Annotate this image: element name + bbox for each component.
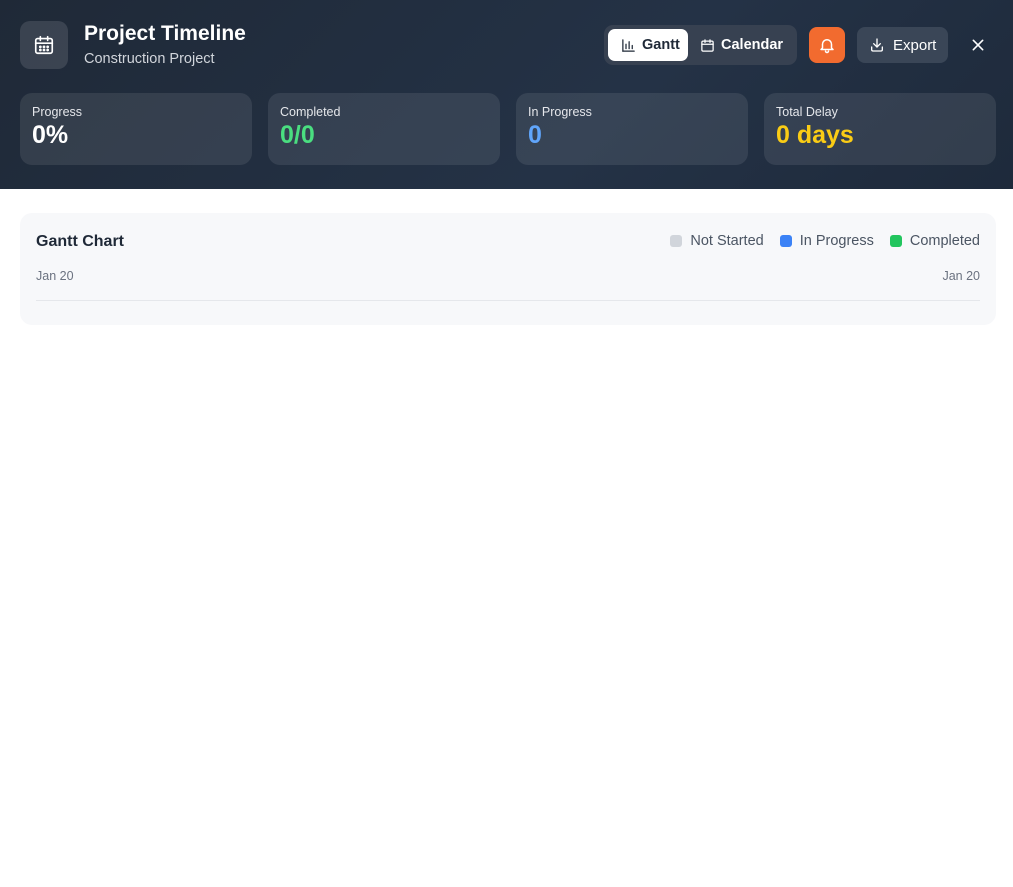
- stat-value: 0: [528, 121, 542, 149]
- gantt-legend: Not Started In Progress Completed: [670, 233, 980, 249]
- close-icon: [972, 39, 984, 51]
- stat-value: 0/0: [280, 121, 315, 149]
- stat-card-progress: Progress 0%: [20, 93, 252, 165]
- gantt-title: Gantt Chart: [36, 233, 124, 250]
- legend-label: In Progress: [799, 233, 874, 249]
- stat-label: Total Delay: [776, 105, 838, 119]
- stat-value: 0%: [32, 121, 69, 149]
- calendar-view-label: Calendar: [721, 37, 784, 53]
- page-title: Project Timeline: [84, 22, 246, 45]
- stat-value: 0 days: [776, 121, 854, 149]
- export-label: Export: [893, 36, 937, 54]
- notifications-button[interactable]: [809, 27, 845, 63]
- stat-label: In Progress: [528, 105, 592, 119]
- legend-item-not-started: Not Started: [670, 233, 764, 249]
- view-toggle: Gantt Calendar: [604, 25, 797, 65]
- stat-label: Progress: [32, 105, 83, 119]
- legend-label: Not Started: [690, 233, 764, 249]
- legend-item-in-progress: In Progress: [779, 233, 874, 249]
- calendar-view-button[interactable]: Calendar: [688, 29, 783, 61]
- timeline-divider: [36, 300, 980, 301]
- gantt-panel: Gantt Chart Not Started In Progress Comp…: [20, 213, 996, 325]
- stat-card-completed: Completed 0/0: [268, 93, 500, 165]
- calendar-icon: [701, 38, 714, 52]
- timeline-start-date: Jan 20: [36, 269, 74, 283]
- stat-card-total-delay: Total Delay 0 days: [764, 93, 996, 165]
- bell-icon: [820, 39, 834, 54]
- gantt-view-button[interactable]: Gantt: [608, 29, 688, 61]
- stat-label: Completed: [280, 105, 341, 119]
- gantt-view-label: Gantt: [642, 37, 680, 53]
- legend-swatch: [779, 235, 792, 247]
- bar-chart-icon: [622, 38, 635, 52]
- download-icon: [871, 38, 883, 52]
- legend-swatch: [889, 235, 902, 247]
- legend-label: Completed: [909, 233, 980, 249]
- legend-swatch: [670, 235, 683, 247]
- legend-item-completed: Completed: [889, 233, 980, 249]
- export-button[interactable]: Export: [857, 27, 948, 63]
- header: Project Timeline Construction Project Ga…: [0, 0, 1013, 189]
- close-button[interactable]: [966, 33, 990, 57]
- timeline-end-date: Jan 20: [942, 269, 980, 283]
- calendar-icon: [20, 21, 68, 69]
- project-name: Construction Project: [84, 51, 215, 67]
- stat-card-in-progress: In Progress 0: [516, 93, 748, 165]
